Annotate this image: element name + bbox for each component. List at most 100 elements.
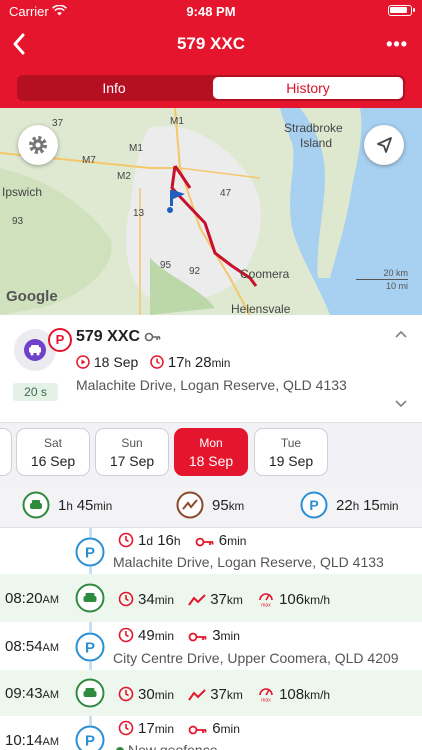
date-dow: Mon bbox=[199, 436, 223, 450]
vehicle-date: 18 Sep bbox=[93, 354, 139, 370]
trend-icon bbox=[176, 491, 204, 519]
parking-icon: P bbox=[300, 491, 328, 519]
speedometer-icon: max bbox=[259, 593, 273, 609]
chevron-down-icon[interactable] bbox=[394, 399, 408, 409]
scale-km: 20 km bbox=[356, 268, 408, 280]
history-timeline: P 1d 16h 6min Malachite Drive, Logan Res… bbox=[0, 528, 422, 750]
svg-text:max: max bbox=[261, 603, 271, 608]
date-chip-previous[interactable] bbox=[0, 428, 12, 476]
clock-icon bbox=[118, 686, 134, 702]
vehicle-plate: 579 XXC bbox=[76, 328, 141, 345]
clock-icon bbox=[118, 591, 134, 607]
vehicle-date-row: 18 Sep 17h 28min bbox=[76, 354, 230, 371]
date-value: 19 Sep bbox=[268, 453, 314, 469]
timeline-entry-park[interactable]: 10:14AM P 17min 6min New geofence bbox=[0, 716, 422, 750]
entry-stats: 17min 6min bbox=[118, 720, 250, 737]
duration-hours-unit: h bbox=[184, 357, 191, 370]
drive-time-value: 1h 45min bbox=[58, 497, 113, 514]
road-label: 47 bbox=[220, 188, 232, 199]
park-time-value: 22h 15min bbox=[336, 497, 399, 514]
key-icon bbox=[144, 332, 161, 342]
settings-gear-icon bbox=[29, 136, 47, 154]
car-icon bbox=[75, 583, 105, 613]
trend-icon bbox=[188, 689, 206, 701]
distance-value: 95km bbox=[212, 497, 245, 514]
route-map[interactable]: Ipswich Stradbroke Island Coomera Helens… bbox=[0, 108, 422, 315]
road-label: M1 bbox=[170, 116, 184, 127]
entry-stats: 34min 37km max 106km/h bbox=[118, 589, 340, 609]
day-summary: 1h 45min 95km P 22h 15min bbox=[0, 482, 422, 528]
speedometer-icon: max bbox=[259, 688, 273, 704]
clock-icon bbox=[150, 355, 164, 369]
location-arrow-icon bbox=[377, 137, 392, 153]
map-label-helensvale: Helensvale bbox=[231, 302, 291, 315]
play-icon bbox=[76, 355, 90, 369]
scale-mi: 10 mi bbox=[385, 281, 408, 291]
road-label: 92 bbox=[189, 266, 201, 277]
entry-time: 08:20AM bbox=[5, 590, 60, 607]
key-icon bbox=[188, 632, 207, 642]
parking-icon: P bbox=[75, 725, 105, 750]
date-value: 17 Sep bbox=[109, 453, 155, 469]
key-icon bbox=[195, 537, 214, 547]
map-label-island: Island bbox=[300, 136, 333, 150]
date-chip-sat[interactable]: Sat 16 Sep bbox=[16, 428, 90, 476]
chevron-up-icon[interactable] bbox=[394, 329, 408, 339]
more-icon[interactable]: ••• bbox=[386, 34, 408, 55]
clock-icon bbox=[118, 627, 134, 643]
tab-switcher: Info History bbox=[17, 75, 405, 101]
entry-stats: 49min 3min bbox=[118, 627, 250, 644]
timeline-entry-park[interactable]: 08:54AM P 49min 3min City Centre Drive, … bbox=[0, 622, 422, 670]
date-dow: Sat bbox=[43, 436, 62, 450]
parking-icon: P bbox=[75, 537, 105, 567]
parking-icon: P bbox=[75, 632, 105, 662]
map-label-ipswich: Ipswich bbox=[2, 185, 43, 199]
date-dow: Tue bbox=[280, 436, 302, 450]
date-chip-tue[interactable]: Tue 19 Sep bbox=[254, 428, 328, 476]
entry-time: 08:54AM bbox=[5, 638, 60, 655]
map-settings-button[interactable] bbox=[18, 125, 58, 165]
entry-time: 09:43AM bbox=[5, 685, 60, 702]
duration-hours: 17 bbox=[167, 354, 185, 371]
map-locate-button[interactable] bbox=[364, 125, 404, 165]
duration-minutes-unit: min bbox=[211, 357, 231, 370]
date-value: 16 Sep bbox=[30, 453, 76, 469]
stop-duration-badge: 20 s bbox=[13, 383, 58, 401]
header: Carrier 9:48 PM 579 XXC ••• Info History bbox=[0, 0, 422, 108]
timeline-entry-drive[interactable]: 09:43AM 30min 37km max 108km/h bbox=[0, 670, 422, 716]
trend-icon bbox=[188, 594, 206, 606]
vehicle-summary: P 20 s 579 XXC 18 Sep 17h 28min Malachit… bbox=[0, 315, 422, 423]
google-logo: Google bbox=[6, 288, 58, 305]
tab-info[interactable]: Info bbox=[19, 77, 209, 99]
nav-bar: 579 XXC ••• bbox=[0, 26, 422, 62]
vehicle-address: Malachite Drive, Logan Reserve, QLD 4133 bbox=[76, 377, 347, 393]
car-icon bbox=[24, 339, 46, 361]
battery-icon bbox=[388, 5, 415, 16]
tab-history[interactable]: History bbox=[213, 77, 403, 99]
date-chip-mon-selected[interactable]: Mon 18 Sep bbox=[174, 428, 248, 476]
road-label: M7 bbox=[82, 155, 96, 166]
svg-text:P: P bbox=[85, 733, 95, 750]
clock-time: 9:48 PM bbox=[186, 4, 236, 19]
date-chip-sun[interactable]: Sun 17 Sep bbox=[95, 428, 169, 476]
road-label: 93 bbox=[12, 216, 24, 227]
car-icon bbox=[22, 491, 50, 519]
entry-address: Malachite Drive, Logan Reserve, QLD 4133 bbox=[113, 554, 384, 570]
svg-text:max: max bbox=[261, 698, 271, 703]
clock-icon bbox=[118, 532, 134, 548]
entry-time: 10:14AM bbox=[5, 732, 60, 749]
map-label-stradbroke: Stradbroke bbox=[284, 121, 343, 135]
svg-text:P: P bbox=[85, 545, 95, 562]
map-label-coomera: Coomera bbox=[240, 267, 290, 281]
geofence-label: New geofence bbox=[116, 742, 218, 750]
map-scale: 20 km 10 mi bbox=[356, 268, 408, 291]
svg-text:P: P bbox=[309, 497, 318, 513]
timeline-entry-park[interactable]: P 1d 16h 6min Malachite Drive, Logan Res… bbox=[0, 528, 422, 574]
entry-stats: 1d 16h 6min bbox=[118, 532, 256, 549]
timeline-entry-drive[interactable]: 08:20AM 34min 37km max 106km/h bbox=[0, 574, 422, 622]
road-label: 13 bbox=[133, 208, 145, 219]
date-dow: Sun bbox=[121, 436, 143, 450]
date-value: 18 Sep bbox=[188, 453, 234, 469]
road-label: M1 bbox=[129, 143, 143, 154]
parked-badge: P bbox=[48, 328, 72, 352]
